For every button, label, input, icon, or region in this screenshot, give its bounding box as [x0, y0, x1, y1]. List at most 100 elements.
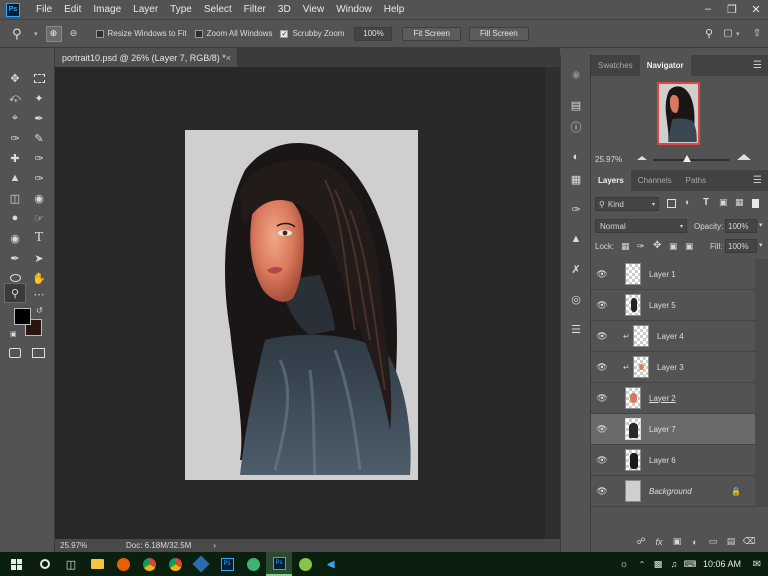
photoshop-icon[interactable]: Ps	[214, 552, 240, 576]
filter-pixel-icon[interactable]	[667, 199, 676, 208]
styles-panel-icon[interactable]: ▦	[568, 171, 584, 187]
navigator-zoom-value[interactable]: 25.97%	[595, 155, 622, 164]
layer-name[interactable]: Layer 1	[649, 270, 676, 279]
swap-colors-icon[interactable]: ↺	[36, 306, 43, 315]
visibility-eye-icon[interactable]: 👁	[591, 424, 613, 435]
chrome-icon-2[interactable]	[162, 552, 188, 576]
resize-windows-box[interactable]	[95, 29, 104, 38]
tab-navigator[interactable]: Navigator	[639, 55, 691, 76]
magic-wand-tool-icon[interactable]: ✦	[30, 90, 48, 106]
mask-icon[interactable]: ▣	[668, 536, 686, 547]
minimize-button[interactable]: –	[696, 3, 720, 16]
healing-tool-icon[interactable]: ✚	[6, 150, 24, 166]
visibility-eye-icon[interactable]: 👁	[591, 269, 613, 280]
properties-panel-icon[interactable]: ▤	[568, 97, 584, 113]
blur-tool-icon[interactable]: ●	[6, 210, 24, 226]
brush-settings-panel-icon[interactable]: ✑	[568, 201, 584, 217]
fx-icon[interactable]: fx	[650, 537, 668, 547]
link-icon[interactable]: ☍	[632, 536, 650, 547]
scrubby-zoom-checkbox[interactable]: ✓ Scrubby Zoom	[280, 29, 344, 38]
zoom-out-icon[interactable]: ⊖	[66, 26, 82, 42]
layer-lock-icon[interactable]: 🔒	[731, 487, 741, 496]
menu-3d[interactable]: 3D	[272, 4, 297, 15]
cortana-icon[interactable]	[32, 552, 58, 576]
layer-row-background[interactable]: 👁 Background 🔒	[591, 476, 755, 507]
marquee-tool-icon[interactable]	[30, 70, 48, 86]
edge-icon[interactable]	[240, 552, 266, 576]
zoom-in-small-icon[interactable]	[737, 154, 751, 160]
canvas-vertical-scrollbar[interactable]	[545, 67, 560, 539]
more-tools-icon[interactable]: ⋯	[30, 286, 48, 302]
layer-row-3[interactable]: 👁 ↵ Layer 3	[591, 352, 755, 383]
tab-swatches[interactable]: Swatches	[591, 55, 640, 76]
taskbar-clock[interactable]: 10:06 AM	[698, 559, 746, 569]
layer-row-1[interactable]: 👁 Layer 1	[591, 259, 755, 290]
quick-mask-icon[interactable]	[9, 348, 21, 358]
fit-screen-button[interactable]: Fit Screen	[402, 26, 461, 41]
menu-help[interactable]: Help	[378, 4, 411, 15]
task-view-icon[interactable]: ◫	[58, 552, 84, 576]
layers-scrollbar[interactable]	[755, 259, 768, 507]
filter-smart-object-icon[interactable]: ▦	[735, 197, 744, 208]
layer-filter-dropdown[interactable]: ⚲ Kind ▾	[595, 197, 659, 211]
menu-edit[interactable]: Edit	[58, 4, 87, 15]
status-zoom[interactable]: 25.97%	[60, 541, 110, 550]
filter-shape-icon[interactable]: ▣	[719, 197, 728, 208]
trash-icon[interactable]: ⌫	[740, 536, 758, 547]
brush-tool-icon[interactable]: ✑	[6, 130, 24, 146]
paint-bucket-tool-icon[interactable]: ◉	[30, 190, 48, 206]
filter-adjustment-icon[interactable]: ◐	[685, 197, 690, 207]
layer-row-6[interactable]: 👁 Layer 6	[591, 445, 755, 476]
info-panel-icon[interactable]: ⓘ	[568, 119, 584, 135]
dodge-tool-icon[interactable]: ◉	[6, 230, 24, 246]
zoom-all-box[interactable]	[194, 29, 203, 38]
layer-name[interactable]: Layer 6	[649, 456, 676, 465]
opacity-chevron-icon[interactable]: ▾	[759, 221, 763, 229]
pencil-tool-icon[interactable]: ✎	[30, 130, 48, 146]
document-canvas[interactable]	[185, 130, 418, 480]
3d-panel-icon[interactable]: ◎	[568, 291, 584, 307]
layer-row-7[interactable]: 👁 Layer 7	[591, 414, 755, 445]
fill-chevron-icon[interactable]: ▾	[759, 241, 763, 249]
new-layer-icon[interactable]: ▤	[722, 536, 740, 547]
zoom-all-checkbox[interactable]: Zoom All Windows	[194, 29, 272, 38]
search-icon[interactable]: ⚲	[698, 27, 720, 40]
visibility-eye-icon[interactable]: 👁	[591, 486, 613, 497]
status-arrow-icon[interactable]: ›	[213, 541, 216, 550]
type-tool-icon[interactable]: T	[30, 230, 48, 246]
tray-chevron-icon[interactable]: ⌃	[634, 560, 650, 569]
layer-name[interactable]: Layer 4	[657, 332, 684, 341]
zoom-out-small-icon[interactable]	[637, 156, 647, 160]
opacity-field[interactable]: 100%	[725, 219, 757, 233]
menu-window[interactable]: Window	[330, 4, 378, 15]
tab-paths[interactable]: Paths	[679, 170, 713, 191]
zoom-percent-field[interactable]: 100%	[354, 26, 393, 41]
layer-row-4[interactable]: 👁 ↵ Layer 4	[591, 321, 755, 352]
zoom-tool-active-icon[interactable]: ⚲	[4, 283, 26, 303]
close-window-button[interactable]: ✕	[744, 3, 768, 16]
menu-type[interactable]: Type	[164, 4, 198, 15]
navigator-thumbnail[interactable]	[657, 82, 700, 145]
layer-name[interactable]: Layer 3	[657, 363, 684, 372]
foreground-color-swatch[interactable]	[14, 308, 31, 325]
tool-preset-chevron-icon[interactable]: ▾	[34, 30, 38, 38]
menu-file[interactable]: File	[30, 4, 58, 15]
layer-name[interactable]: Layer 2	[649, 394, 676, 403]
scrubby-zoom-box[interactable]: ✓	[280, 29, 289, 38]
visibility-eye-icon[interactable]: 👁	[591, 362, 613, 373]
close-document-icon[interactable]: ×	[226, 53, 231, 63]
zoom-tool-icon[interactable]: ⚲	[12, 26, 34, 42]
default-colors-icon[interactable]: ▣	[10, 330, 17, 338]
menu-select[interactable]: Select	[198, 4, 238, 15]
path-selection-tool-icon[interactable]: ➤	[30, 250, 48, 266]
group-icon[interactable]: ▭	[704, 536, 722, 547]
restore-button[interactable]: ❐	[720, 3, 744, 16]
layer-name[interactable]: Layer 7	[649, 425, 676, 434]
filter-type-icon[interactable]: T	[703, 197, 709, 208]
fill-field[interactable]: 100%	[725, 239, 757, 253]
layers-menu-icon[interactable]: ☰	[753, 175, 762, 186]
share-icon[interactable]: ⇧	[746, 28, 768, 39]
clone-source-panel-icon[interactable]: ▲	[568, 231, 584, 247]
adjustment-icon[interactable]: ◐	[686, 537, 704, 547]
visibility-eye-icon[interactable]: 👁	[591, 393, 613, 404]
